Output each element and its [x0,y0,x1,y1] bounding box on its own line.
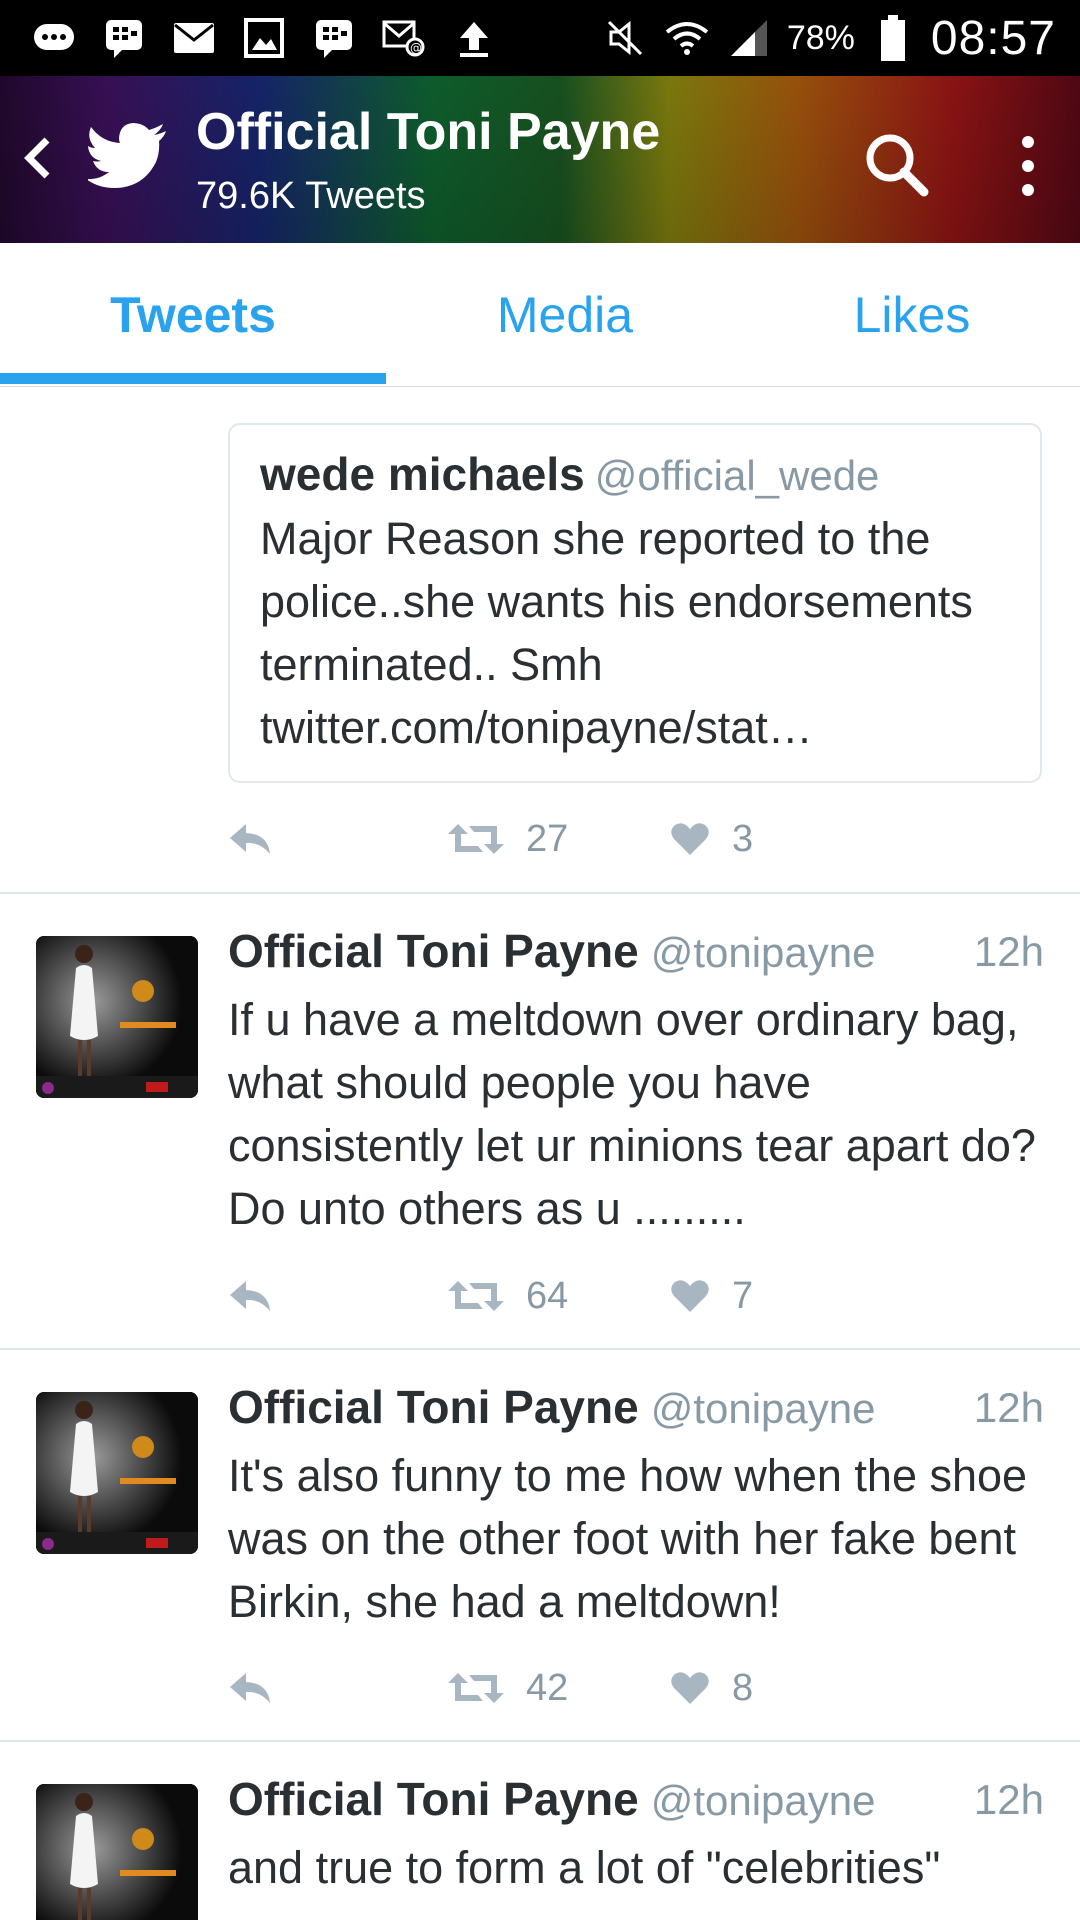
tweet-author-name: Official Toni Payne [228,1773,639,1825]
signal-icon [725,14,773,62]
gallery-icon [240,14,288,62]
retweet-button[interactable]: 64 [448,1275,568,1318]
heart-icon [671,1280,709,1312]
like-count: 8 [732,1666,754,1709]
tab-tweets[interactable]: Tweets [0,243,386,386]
tweet-header: Official Toni Payne @tonipayne 12h [228,1380,1044,1434]
search-icon [866,134,929,197]
tweet-author-name: Official Toni Payne [228,1381,639,1433]
reply-button[interactable] [228,1671,272,1705]
quoted-tweet-author: wede michaels @official_wede [260,447,1010,501]
profile-name: Official Toni Payne [196,103,661,161]
retweet-count: 42 [526,1666,569,1709]
mute-icon [601,14,649,62]
wifi-icon [663,14,711,62]
status-right: 78% 08:57 [601,0,1056,76]
tweet-text: If u have a meltdown over ordinary bag, … [228,994,1036,1234]
retweet-button[interactable]: 42 [448,1667,568,1710]
retweet-icon [448,1281,504,1311]
tweet-header: Official Toni Payne @tonipayne 12h [228,924,1044,978]
retweet-icon [448,1673,504,1703]
profile-tabs: Tweets Media Likes [0,243,1080,387]
retweet-count: 27 [526,817,569,860]
mail-icon [170,14,218,62]
search-button[interactable] [858,126,938,206]
tweet-timestamp: 12h [973,1776,1044,1823]
quoted-author-name: wede michaels [260,448,585,500]
bbm-icon [310,14,358,62]
retweet-button[interactable]: 27 [448,818,568,861]
tweet-item[interactable]: Official Toni Payne @tonipayne 12h It's a… [0,1350,1080,1740]
like-count: 7 [732,1274,754,1317]
tweet-author-name: Official Toni Payne [228,925,639,977]
status-bar: @ 78% 08:57 [0,0,1080,76]
back-button[interactable] [14,126,62,190]
email-icon: @ [380,14,428,62]
tweet-feed[interactable]: wede michaels @official_wede Major Reason… [0,387,1080,1920]
tweet-author-handle: @tonipayne [650,1777,876,1824]
upload-icon [450,14,498,62]
tweet-timestamp: 12h [973,1384,1044,1431]
tab-likes[interactable]: Likes [744,243,1080,386]
quoted-tweet-card[interactable]: wede michaels @official_wede Major Reason… [228,423,1042,783]
chat-bubble-icon [30,14,78,62]
profile-header: Official Toni Payne 79.6K Tweets [0,76,1080,243]
avatar[interactable] [36,936,198,1098]
clock: 08:57 [930,11,1056,65]
tweet-author-handle: @tonipayne [650,1385,876,1432]
battery-icon [869,14,917,62]
overflow-menu-button[interactable] [1000,126,1056,206]
tweet-author-handle: @tonipayne [650,929,876,976]
back-arrow-icon [24,137,50,179]
notification-icons: @ [30,14,498,62]
avatar-image [36,1784,198,1920]
active-tab-indicator [0,373,386,384]
like-button[interactable]: 3 [670,818,753,861]
reply-icon [230,1673,270,1703]
like-button[interactable]: 7 [670,1275,753,1318]
retweet-count: 64 [526,1274,569,1317]
dot-icon [1022,136,1034,148]
tweet-header: Official Toni Payne @tonipayne 12h [228,1772,1044,1826]
like-count: 3 [732,817,754,860]
battery-percent: 78% [786,18,855,57]
dot-icon [1022,184,1034,196]
tweet-text: and true to form a lot of "celebrities" [228,1842,941,1893]
avatar[interactable] [36,1392,198,1554]
reply-button[interactable] [228,1279,272,1313]
tweet-timestamp: 12h [973,928,1044,975]
avatar[interactable] [36,1784,198,1920]
avatar-image [36,936,198,1098]
avatar-image [36,1392,198,1554]
quoted-author-handle: @official_wede [594,452,880,499]
reply-icon [230,824,270,854]
reply-icon [230,1281,270,1311]
dot-icon [1022,160,1034,172]
bbm-icon [100,14,148,62]
tweet-item[interactable]: Official Toni Payne @tonipayne 12h and tr… [0,1742,1080,1920]
heart-icon [671,1672,709,1704]
heart-icon [671,823,709,855]
like-button[interactable]: 8 [670,1667,753,1710]
tweet-count: 79.6K Tweets [196,175,426,217]
quoted-tweet-text: Major Reason she reported to the police.… [260,513,973,753]
tweet-item[interactable]: Official Toni Payne @tonipayne 12h If u h… [0,894,1080,1348]
retweet-icon [448,824,504,854]
tweet-text: It's also funny to me how when the shoe … [228,1450,1028,1627]
tab-media[interactable]: Media [386,243,744,386]
svg-text:@: @ [410,41,422,55]
reply-button[interactable] [228,822,272,856]
twitter-bird-icon [86,122,168,192]
